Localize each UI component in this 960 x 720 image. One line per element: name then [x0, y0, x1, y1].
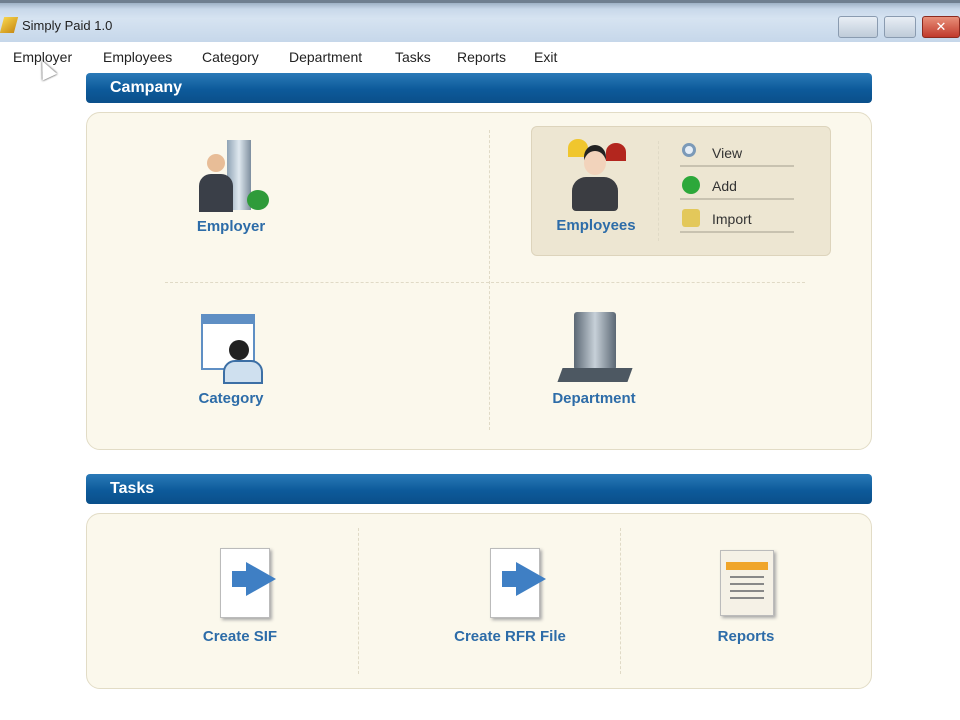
employees-tile[interactable]: Employees — [516, 137, 676, 234]
close-button[interactable]: ✕ — [922, 16, 960, 38]
document-arrow-icon — [202, 544, 278, 618]
reports-tile[interactable]: Reports — [666, 544, 826, 645]
create-sif-label: Create SIF — [202, 628, 278, 645]
category-tile[interactable]: Category — [151, 310, 311, 407]
title-bar: Simply Paid 1.0 ✕ — [0, 0, 960, 42]
create-rfr-tile[interactable]: Create RFR File — [415, 544, 605, 645]
divider — [165, 282, 805, 283]
menu-tasks[interactable]: Tasks — [395, 49, 431, 65]
reports-label: Reports — [717, 628, 775, 645]
create-sif-tile[interactable]: Create SIF — [160, 544, 320, 645]
menu-employees[interactable]: Employees — [103, 49, 172, 65]
import-label: Import — [712, 211, 752, 227]
employer-tile[interactable]: Employer — [151, 138, 311, 235]
department-icon — [556, 310, 633, 384]
menu-reports[interactable]: Reports — [457, 49, 506, 65]
menu-exit[interactable]: Exit — [534, 49, 557, 65]
import-icon — [682, 209, 700, 227]
create-rfr-label: Create RFR File — [454, 628, 566, 645]
report-icon — [708, 544, 784, 618]
window-title: Simply Paid 1.0 — [22, 18, 113, 33]
close-icon: ✕ — [935, 19, 947, 34]
add-employee-link[interactable]: Add — [680, 170, 794, 200]
minimize-button[interactable] — [838, 16, 878, 38]
app-icon — [0, 17, 19, 33]
category-icon — [193, 310, 269, 384]
divider — [620, 528, 621, 674]
divider — [358, 528, 359, 674]
view-label: View — [712, 145, 743, 161]
employer-label: Employer — [196, 218, 266, 235]
menu-department[interactable]: Department — [289, 49, 362, 65]
search-icon — [682, 143, 696, 157]
divider — [658, 141, 659, 241]
menu-bar: Employer Employees Category Department T… — [0, 42, 960, 72]
employees-label: Employees — [556, 217, 636, 234]
import-employees-link[interactable]: Import — [680, 203, 794, 233]
tasks-header: Tasks — [86, 474, 872, 504]
category-label: Category — [198, 390, 264, 407]
company-header: Campany — [86, 73, 872, 103]
add-label: Add — [712, 178, 737, 194]
employer-icon — [193, 138, 269, 212]
maximize-button[interactable] — [884, 16, 916, 38]
menu-category[interactable]: Category — [202, 49, 259, 65]
employees-box: Employees View Add Import — [531, 126, 831, 256]
divider — [489, 130, 490, 430]
department-tile[interactable]: Department — [514, 310, 674, 407]
department-label: Department — [552, 390, 636, 407]
add-icon — [682, 176, 700, 194]
view-employees-link[interactable]: View — [680, 137, 794, 167]
employees-icon — [558, 137, 634, 211]
document-arrow-icon — [472, 544, 548, 618]
